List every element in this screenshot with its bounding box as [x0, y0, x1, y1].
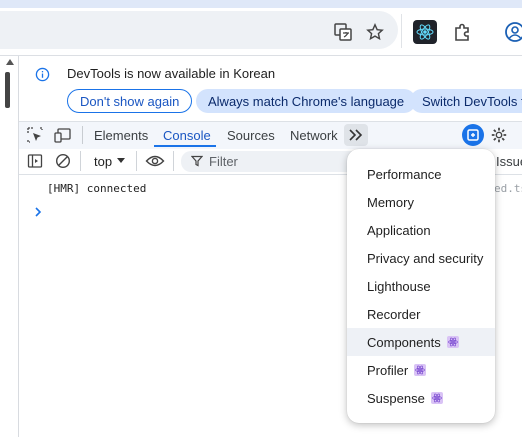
active-tab-indicator — [154, 145, 216, 147]
menu-item-privacy-security[interactable]: Privacy and security — [347, 244, 495, 272]
switch-devtools-language-button[interactable]: Switch DevTools to — [410, 89, 522, 113]
menu-item-label: Components — [367, 334, 441, 350]
bookmark-star-icon[interactable] — [363, 20, 387, 44]
menu-item-memory[interactable]: Memory — [347, 188, 495, 216]
menu-item-label: Profiler — [367, 362, 409, 378]
menu-item-label: Performance — [367, 166, 442, 182]
console-prompt-chevron-icon[interactable] — [34, 205, 44, 222]
profile-avatar-icon[interactable] — [503, 20, 522, 44]
translate-icon[interactable] — [331, 20, 355, 44]
tab-network[interactable]: Network — [290, 128, 338, 143]
extensions-puzzle-icon[interactable] — [450, 20, 474, 44]
menu-item-label: Privacy and security — [367, 250, 484, 266]
filter-placeholder: Filter — [209, 154, 238, 169]
menu-item-label: Memory — [367, 194, 414, 210]
menu-item-recorder[interactable]: Recorder — [347, 300, 495, 328]
toolbar-divider — [173, 151, 174, 171]
tab-sources[interactable]: Sources — [227, 128, 275, 143]
menu-item-label: Application — [367, 222, 431, 238]
scroll-up-arrow-icon[interactable] — [6, 59, 14, 65]
inspect-element-icon[interactable] — [27, 127, 43, 146]
issues-button[interactable]: Issue — [496, 154, 522, 169]
dont-show-again-button[interactable]: Don't show again — [67, 89, 193, 113]
tab-divider — [82, 126, 83, 144]
menu-item-performance[interactable]: Performance — [347, 160, 495, 188]
always-match-language-button[interactable]: Always match Chrome's language — [196, 89, 417, 113]
clear-console-icon[interactable] — [55, 153, 71, 172]
toolbar-divider — [136, 151, 137, 171]
chevron-down-icon[interactable] — [117, 158, 125, 163]
device-toolbar-icon[interactable] — [54, 127, 72, 146]
console-log-message: [HMR] connected — [47, 182, 147, 195]
menu-item-label: Suspense — [367, 390, 425, 406]
live-expression-eye-icon[interactable] — [145, 153, 165, 172]
react-icon — [446, 336, 459, 348]
menu-item-components[interactable]: Components — [347, 328, 495, 356]
more-tabs-button[interactable] — [344, 124, 368, 146]
tab-elements[interactable]: Elements — [94, 128, 148, 143]
react-devtools-badge-icon[interactable] — [462, 124, 484, 146]
menu-item-label: Lighthouse — [367, 278, 431, 294]
toolbar-divider — [80, 151, 81, 171]
menu-item-profiler[interactable]: Profiler — [347, 356, 495, 384]
toolbar-separator — [401, 14, 402, 48]
menu-item-label: Recorder — [367, 306, 421, 322]
sidebar-toggle-icon[interactable] — [27, 153, 43, 172]
react-devtools-extension-icon[interactable] — [413, 20, 437, 44]
react-icon — [414, 364, 427, 376]
page-scrollbar-thumb[interactable] — [5, 72, 10, 108]
menu-item-suspense[interactable]: Suspense — [347, 384, 495, 412]
info-icon — [35, 67, 50, 85]
window-top-strip — [0, 0, 522, 8]
menu-item-lighthouse[interactable]: Lighthouse — [347, 272, 495, 300]
settings-gear-icon[interactable] — [490, 126, 508, 147]
filter-funnel-icon — [190, 155, 204, 170]
infobar-message: DevTools is now available in Korean — [67, 66, 276, 81]
context-selector[interactable]: top — [94, 154, 112, 169]
filter-input[interactable] — [181, 151, 361, 172]
page-viewport-strip — [0, 56, 19, 437]
menu-item-application[interactable]: Application — [347, 216, 495, 244]
react-icon — [430, 392, 443, 404]
console-log-source-link[interactable]: ed.ts — [494, 182, 522, 195]
tab-console[interactable]: Console — [163, 128, 211, 143]
